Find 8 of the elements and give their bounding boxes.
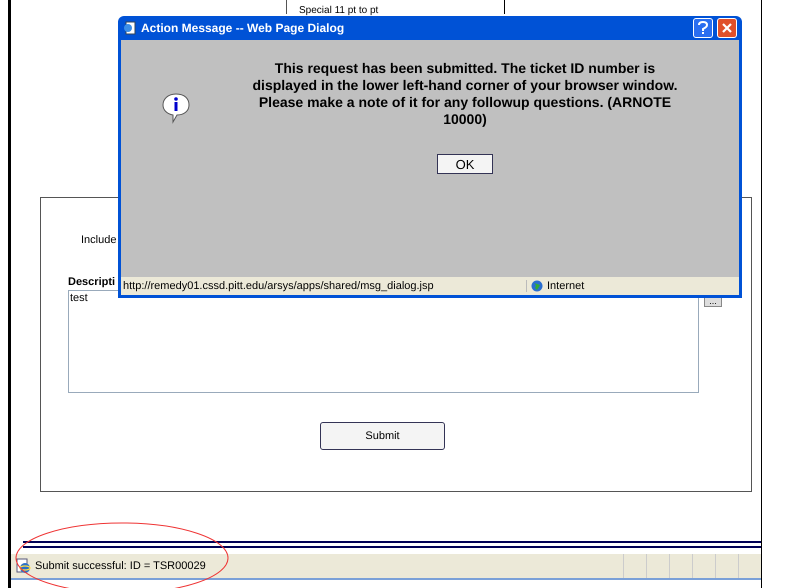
field-label: Include (81, 234, 116, 246)
window-title: Action Message -- Web Page Dialog (141, 21, 346, 35)
list-item: Special 11 pt to pt (299, 5, 378, 16)
field-label: Descripti (68, 276, 116, 288)
status-text: Submit successful: ID = TSR00029 (35, 560, 206, 572)
zone-text: Internet (547, 280, 584, 292)
status-url: http://remedy01.cssd.pitt.edu/arsys/apps/shared/msg_dialog.jsp (121, 280, 527, 292)
message-text: This request has been submitted. The ticket ID number is displayed in the lower left-hand corner of your browser window. Please make a note of it for any followup questions. (ARNOTE 10000) (252, 60, 678, 128)
